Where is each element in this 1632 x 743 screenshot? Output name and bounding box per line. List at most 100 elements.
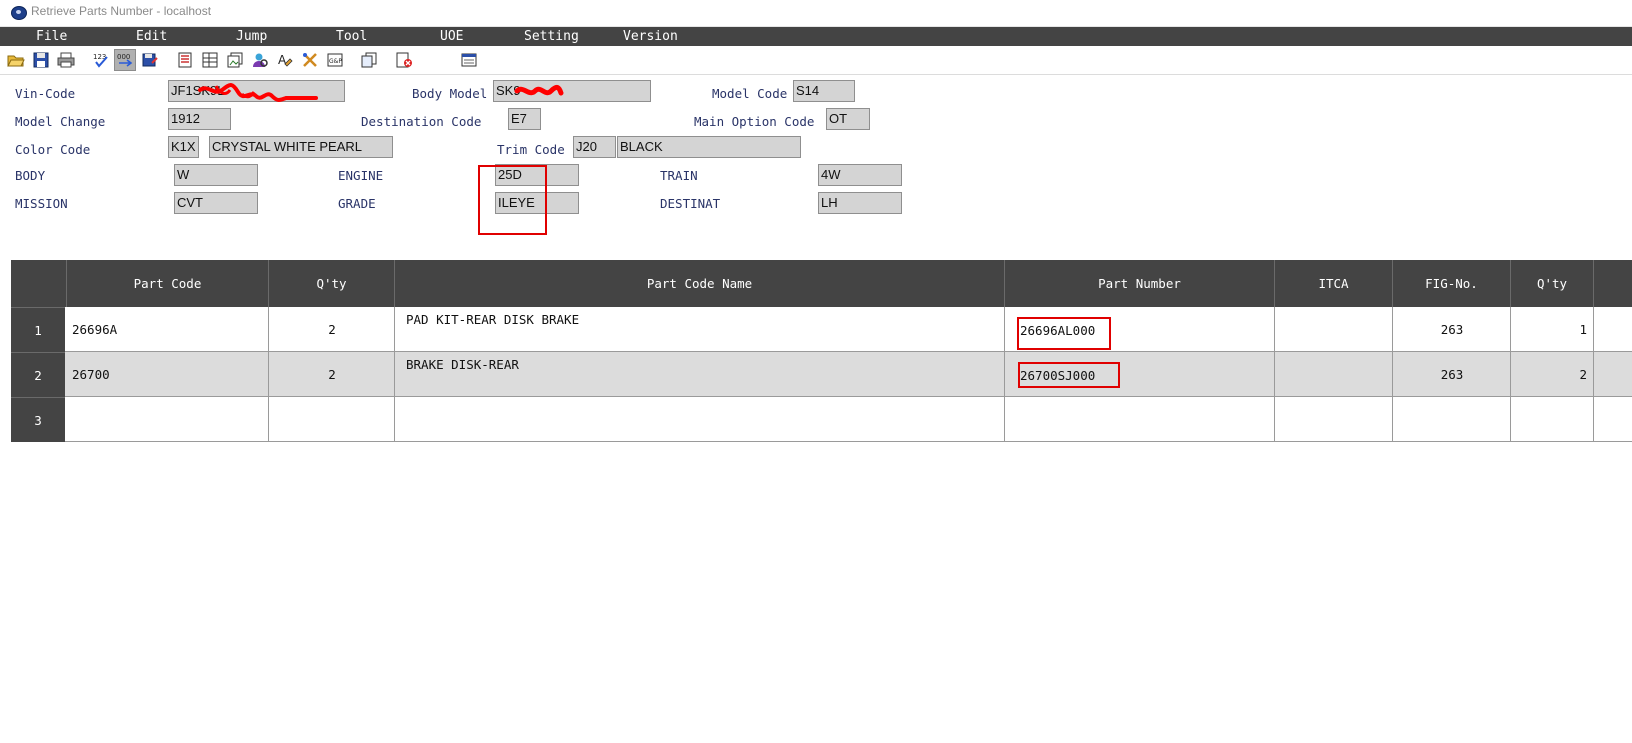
window-icon[interactable] bbox=[458, 49, 480, 71]
menu-bar: File Edit Jump Tool UOE Setting Version bbox=[0, 27, 1632, 46]
color-code-field[interactable]: K1X bbox=[168, 136, 199, 158]
body-label: BODY bbox=[15, 168, 46, 183]
parts-table: Part Code Q'ty Part Code Name Part Numbe… bbox=[11, 260, 1632, 443]
table-row[interactable] bbox=[1275, 397, 1393, 442]
train-label: TRAIN bbox=[660, 168, 698, 183]
mission-field[interactable]: CVT bbox=[174, 192, 258, 214]
qty-cell: 2 bbox=[328, 367, 336, 382]
row-number[interactable]: 2 bbox=[11, 352, 65, 397]
text-edit-icon[interactable]: A bbox=[274, 49, 296, 71]
main-option-code-label: Main Option Code bbox=[694, 114, 815, 129]
menu-uoe[interactable]: UOE bbox=[440, 28, 463, 45]
engine-field[interactable]: 25D bbox=[495, 164, 579, 186]
header-part-code-name[interactable]: Part Code Name bbox=[395, 260, 1005, 307]
qty-cell: 2 bbox=[328, 322, 336, 337]
table-row[interactable]: 2 bbox=[1511, 352, 1594, 397]
trim-code-field[interactable]: J20 bbox=[573, 136, 616, 158]
color-code-label: Color Code bbox=[15, 142, 91, 157]
body-model-label: Body Model bbox=[412, 86, 488, 101]
table-icon[interactable] bbox=[199, 49, 221, 71]
header-row-number bbox=[11, 260, 67, 307]
app-logo-icon bbox=[11, 6, 27, 20]
part-code-name-cell: BRAKE DISK-REAR bbox=[406, 357, 519, 372]
check-number-icon[interactable]: 123 bbox=[90, 49, 112, 71]
open-folder-icon[interactable] bbox=[5, 49, 27, 71]
fig-no-cell: 263 bbox=[1440, 322, 1464, 337]
table-row[interactable] bbox=[1594, 352, 1632, 397]
copy-documents-icon[interactable] bbox=[358, 49, 380, 71]
header-itca[interactable]: ITCA bbox=[1275, 260, 1393, 307]
table-row[interactable] bbox=[269, 397, 395, 442]
part-number-cell: 26700SJ000 bbox=[1020, 368, 1096, 383]
body-model-field[interactable]: SK9 bbox=[493, 80, 651, 102]
table-row[interactable]: 263 bbox=[1393, 352, 1511, 397]
trim-code-label: Trim Code bbox=[497, 142, 565, 157]
save-as-icon[interactable] bbox=[139, 49, 161, 71]
print-icon[interactable] bbox=[55, 49, 77, 71]
vin-code-label: Vin-Code bbox=[15, 86, 76, 101]
table-row[interactable] bbox=[1275, 352, 1393, 397]
menu-tool[interactable]: Tool bbox=[336, 28, 367, 45]
menu-jump[interactable]: Jump bbox=[236, 28, 267, 45]
table-row[interactable] bbox=[1594, 307, 1632, 352]
menu-edit[interactable]: Edit bbox=[136, 28, 167, 45]
gp-icon[interactable]: G&P bbox=[324, 49, 346, 71]
exit-icon[interactable] bbox=[393, 49, 415, 71]
tools-icon[interactable] bbox=[299, 49, 321, 71]
table-row[interactable] bbox=[1594, 397, 1632, 442]
menu-version[interactable]: Version bbox=[623, 28, 678, 45]
header-fig-no[interactable]: FIG-No. bbox=[1393, 260, 1511, 307]
table-row[interactable]: 26700 bbox=[65, 352, 269, 397]
row-number[interactable]: 1 bbox=[11, 307, 65, 352]
engine-label: ENGINE bbox=[338, 168, 384, 183]
header-qty[interactable]: Q'ty bbox=[269, 260, 395, 307]
table-row[interactable]: PAD KIT-REAR DISK BRAKE bbox=[395, 307, 1005, 352]
body-field[interactable]: W bbox=[174, 164, 258, 186]
table-row[interactable]: 2 bbox=[269, 307, 395, 352]
model-change-field[interactable]: 1912 bbox=[168, 108, 231, 130]
table-row[interactable] bbox=[395, 397, 1005, 442]
header-part-number[interactable]: Part Number bbox=[1005, 260, 1275, 307]
table-row[interactable]: 26700SJ000 bbox=[1005, 352, 1275, 397]
number-sequence-icon[interactable]: 000 bbox=[114, 49, 136, 71]
menu-file[interactable]: File bbox=[36, 28, 67, 45]
main-option-code-field[interactable]: OT bbox=[826, 108, 870, 130]
trim-name-field[interactable]: BLACK bbox=[617, 136, 801, 158]
qty-2-cell: 1 bbox=[1579, 322, 1587, 337]
header-part-code[interactable]: Part Code bbox=[67, 260, 269, 307]
search-person-icon[interactable] bbox=[249, 49, 271, 71]
table-row[interactable] bbox=[1393, 397, 1511, 442]
destinat-field[interactable]: LH bbox=[818, 192, 902, 214]
toolbar: 123 000 A G&P bbox=[0, 46, 1632, 75]
model-code-field[interactable]: S14 bbox=[793, 80, 855, 102]
menu-setting[interactable]: Setting bbox=[524, 28, 579, 45]
header-qty-2[interactable]: Q'ty bbox=[1511, 260, 1594, 307]
save-icon[interactable] bbox=[30, 49, 52, 71]
table-row[interactable]: 263 bbox=[1393, 307, 1511, 352]
destination-code-field[interactable]: E7 bbox=[508, 108, 541, 130]
row-number[interactable]: 3 bbox=[11, 397, 65, 442]
table-row[interactable]: 2 bbox=[269, 352, 395, 397]
vin-code-field[interactable]: JF1SK9L bbox=[168, 80, 345, 102]
model-change-label: Model Change bbox=[15, 114, 106, 129]
fig-no-cell: 263 bbox=[1440, 367, 1464, 382]
table-row[interactable] bbox=[65, 397, 269, 442]
part-code-name-cell: PAD KIT-REAR DISK BRAKE bbox=[406, 312, 580, 327]
svg-text:000: 000 bbox=[117, 53, 130, 61]
title-bar: Retrieve Parts Number - localhost bbox=[0, 0, 1632, 27]
document-list-icon[interactable] bbox=[174, 49, 196, 71]
table-row[interactable] bbox=[1005, 397, 1275, 442]
train-field[interactable]: 4W bbox=[818, 164, 902, 186]
mission-label: MISSION bbox=[15, 196, 68, 211]
table-row[interactable] bbox=[1511, 397, 1594, 442]
table-row[interactable]: 1 bbox=[1511, 307, 1594, 352]
image-stack-icon[interactable] bbox=[224, 49, 246, 71]
table-row[interactable]: BRAKE DISK-REAR bbox=[395, 352, 1005, 397]
destinat-label: DESTINAT bbox=[660, 196, 721, 211]
table-row[interactable]: 26696AL000 bbox=[1005, 307, 1275, 352]
grade-field[interactable]: ILEYE bbox=[495, 192, 579, 214]
color-name-field[interactable]: CRYSTAL WHITE PEARL bbox=[209, 136, 393, 158]
table-row[interactable] bbox=[1275, 307, 1393, 352]
header-extra bbox=[1594, 260, 1632, 307]
table-row[interactable]: 26696A bbox=[65, 307, 269, 352]
